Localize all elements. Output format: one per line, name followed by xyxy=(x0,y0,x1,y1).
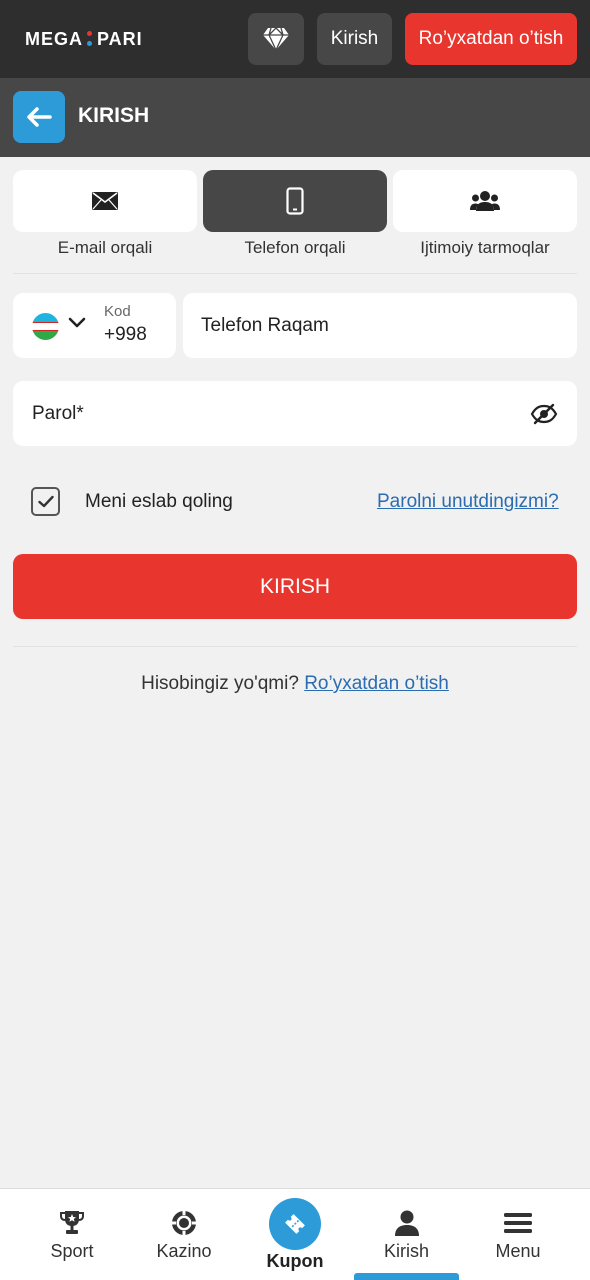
smartphone-icon xyxy=(286,187,304,215)
tab-social-label: Ijtimoiy tarmoqlar xyxy=(420,238,550,257)
envelope-icon xyxy=(92,192,118,210)
nav-kirish[interactable]: Kirish xyxy=(351,1189,462,1280)
password-field[interactable] xyxy=(13,381,577,446)
header-login-button[interactable]: Kirish xyxy=(317,13,392,65)
active-nav-indicator xyxy=(354,1273,459,1280)
nav-kupon[interactable]: Kupon xyxy=(240,1189,350,1280)
casino-chip-icon xyxy=(169,1208,199,1238)
nav-menu[interactable]: Menu xyxy=(462,1189,574,1280)
checkmark-icon xyxy=(37,495,54,508)
nav-sport-label: Sport xyxy=(50,1241,94,1261)
toggle-password-button[interactable] xyxy=(529,400,559,428)
code-label: Kod xyxy=(104,303,131,320)
page-header: KIRISH xyxy=(0,78,590,157)
diamond-icon xyxy=(263,27,289,51)
nav-menu-label: Menu xyxy=(495,1241,541,1261)
back-button[interactable] xyxy=(13,91,65,143)
trophy-icon xyxy=(57,1208,87,1238)
ticket-icon xyxy=(269,1198,321,1250)
tab-phone-label: Telefon orqali xyxy=(244,238,346,257)
logo-text-left: MEGA xyxy=(25,28,83,49)
nav-kazino-label: Kazino xyxy=(156,1241,212,1261)
logo-separator-icon xyxy=(86,30,94,48)
bottom-nav: Sport Kazino Kupon Kirish Menu xyxy=(0,1188,590,1280)
user-icon xyxy=(392,1208,422,1238)
login-submit-button[interactable]: KIRISH xyxy=(13,554,577,619)
phone-field[interactable] xyxy=(183,293,577,358)
nav-kupon-label: Kupon xyxy=(266,1251,324,1271)
register-link[interactable]: Ro’yxatdan o’tish xyxy=(304,673,449,694)
tab-phone[interactable] xyxy=(203,170,387,232)
top-bar: MEGA PARI Kirish Ro’yxatdan o’tish xyxy=(0,0,590,78)
remember-me-label[interactable]: Meni eslab qoling xyxy=(85,491,233,513)
uzbekistan-flag-icon xyxy=(32,313,59,340)
vip-button[interactable] xyxy=(248,13,304,65)
header-register-button[interactable]: Ro’yxatdan o’tish xyxy=(405,13,577,65)
phone-input[interactable] xyxy=(201,293,561,358)
divider xyxy=(13,273,577,274)
divider xyxy=(13,646,577,647)
megapari-logo[interactable]: MEGA PARI xyxy=(25,27,143,51)
arrow-left-icon xyxy=(27,107,52,127)
nav-kazino[interactable]: Kazino xyxy=(128,1189,240,1280)
country-code-select[interactable]: Kod +998 xyxy=(13,293,176,358)
register-prompt: Hisobingiz yo'qmi? Ro’yxatdan o’tish xyxy=(0,673,590,695)
logo-text-right: PARI xyxy=(97,28,143,49)
eye-off-icon xyxy=(530,403,558,425)
tab-email-label: E-mail orqali xyxy=(57,238,153,257)
nav-kirish-label: Kirish xyxy=(383,1241,429,1261)
tab-email[interactable] xyxy=(13,170,197,232)
forgot-password-link[interactable]: Parolni unutdingizmi? xyxy=(377,491,559,513)
users-icon xyxy=(470,191,500,211)
nav-sport[interactable]: Sport xyxy=(16,1189,128,1280)
hamburger-icon xyxy=(503,1208,533,1238)
password-input[interactable] xyxy=(32,381,512,446)
chevron-down-icon xyxy=(68,317,86,328)
code-value: +998 xyxy=(104,324,147,345)
remember-me-checkbox[interactable] xyxy=(31,487,60,516)
tab-social[interactable] xyxy=(393,170,577,232)
page-title: KIRISH xyxy=(78,104,150,127)
register-question: Hisobingiz yo'qmi? xyxy=(141,673,299,694)
